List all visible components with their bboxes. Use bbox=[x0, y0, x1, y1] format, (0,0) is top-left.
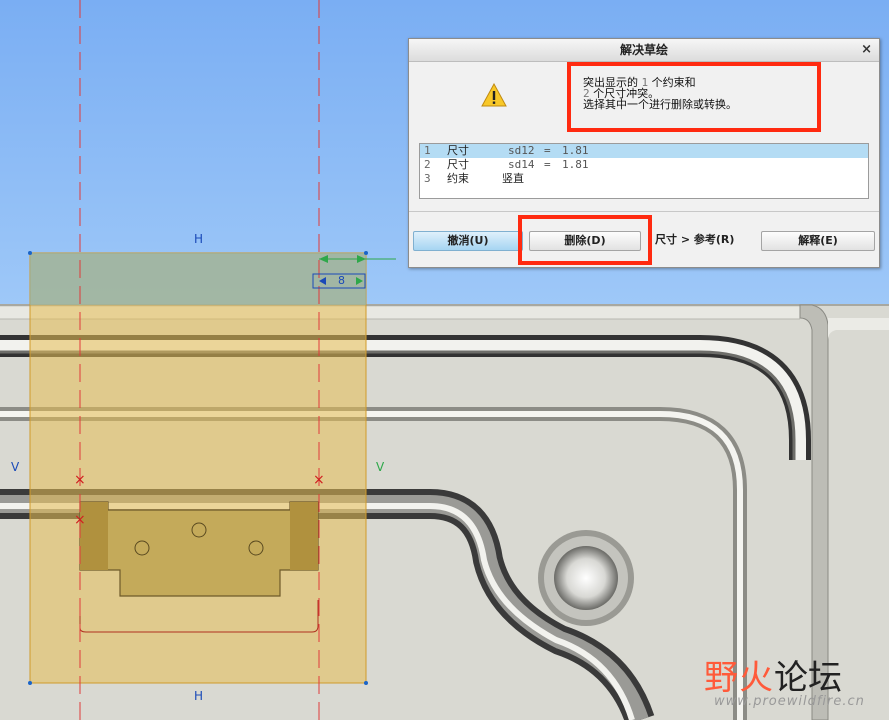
conflict-list[interactable]: 1 尺寸 sd12 = 1.81 2 尺寸 sd14 = 1.81 3 约束 竖… bbox=[419, 143, 869, 199]
list-item[interactable]: 2 尺寸 sd14 = 1.81 bbox=[420, 158, 868, 172]
explain-button[interactable]: 解释(E) bbox=[761, 231, 875, 251]
list-item[interactable]: 3 约束 竖直 bbox=[420, 172, 868, 186]
watermark-url: www.proewildfire.cn bbox=[714, 694, 865, 709]
dialog-title: 解决草绘 bbox=[619, 43, 668, 57]
message-highlight-box bbox=[567, 62, 821, 132]
vertical-label-left: V bbox=[11, 460, 20, 474]
cancel-button[interactable]: 撤消(U) bbox=[413, 231, 523, 251]
vertical-label-right: V bbox=[376, 460, 385, 474]
horizontal-label-bottom: H bbox=[194, 689, 204, 703]
forum-watermark: 野火论坛 bbox=[704, 658, 842, 698]
dim-to-reference-button[interactable]: 尺寸 > 参考(R) bbox=[655, 231, 734, 249]
delete-highlight-box bbox=[518, 215, 652, 265]
svg-text:×: × bbox=[74, 512, 86, 528]
warning-icon bbox=[481, 83, 507, 107]
constraint-x-mark: × bbox=[313, 472, 325, 488]
dialog-title-bar[interactable]: 解决草绘 × bbox=[409, 39, 879, 62]
dimension-value[interactable]: 8 bbox=[338, 274, 345, 287]
constraint-x-mark: × bbox=[74, 472, 86, 488]
close-icon[interactable]: × bbox=[861, 39, 872, 61]
dialog-separator bbox=[409, 211, 879, 212]
list-item[interactable]: 1 尺寸 sd12 = 1.81 bbox=[420, 144, 868, 158]
horizontal-label-top: H bbox=[194, 232, 204, 246]
